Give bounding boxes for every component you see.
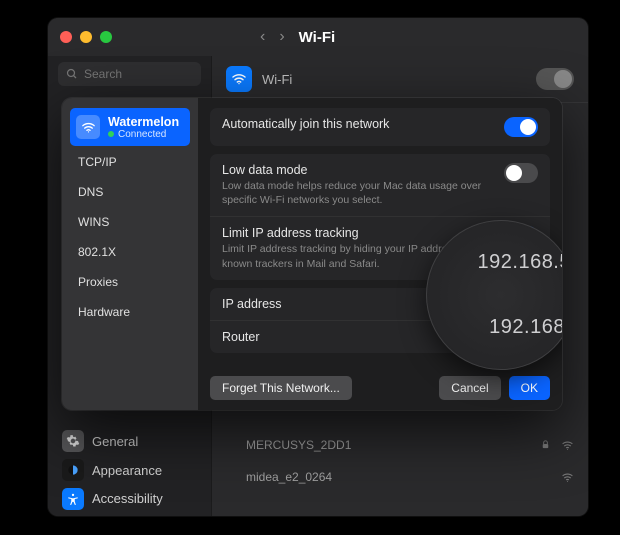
auto-join-label: Automatically join this network bbox=[222, 117, 496, 131]
back-button[interactable]: ‹ bbox=[260, 29, 265, 45]
wifi-signal-icon bbox=[561, 439, 574, 452]
sheet-main: Automatically join this network Low data… bbox=[198, 98, 562, 410]
sheet-tab-8021x[interactable]: 802.1X bbox=[70, 238, 190, 266]
magnified-router-address: 192.168. bbox=[427, 308, 562, 347]
nav-buttons: ‹ › bbox=[260, 29, 285, 45]
sidebar-item-label: General bbox=[92, 434, 138, 449]
search-placeholder: Search bbox=[84, 67, 122, 81]
auto-join-row: Automatically join this network bbox=[210, 108, 550, 146]
low-data-label: Low data mode bbox=[222, 163, 496, 177]
accessibility-icon bbox=[62, 488, 84, 510]
connection-status: Connected bbox=[108, 129, 179, 140]
network-icons bbox=[561, 471, 574, 484]
low-data-row: Low data mode Low data mode helps reduce… bbox=[210, 154, 550, 217]
gear-icon bbox=[62, 430, 84, 452]
sidebar-item-general[interactable]: General bbox=[56, 428, 203, 455]
network-name: Watermelon bbox=[108, 115, 179, 129]
sheet-sidebar: Watermelon Connected TCP/IP DNS WINS 802… bbox=[62, 98, 198, 410]
forget-network-button[interactable]: Forget This Network... bbox=[210, 376, 352, 400]
sheet-footer: Forget This Network... Cancel OK bbox=[210, 368, 550, 400]
status-dot-icon bbox=[108, 131, 114, 137]
appearance-icon bbox=[62, 459, 84, 481]
network-name: MERCUSYS_2DD1 bbox=[226, 438, 540, 452]
cancel-button[interactable]: Cancel bbox=[439, 376, 500, 400]
sheet-tab-wins[interactable]: WINS bbox=[70, 208, 190, 236]
sidebar-item-label: Appearance bbox=[92, 463, 162, 478]
sheet-sidebar-item-network[interactable]: Watermelon Connected bbox=[70, 108, 190, 146]
forward-button[interactable]: › bbox=[279, 29, 284, 45]
network-info: Watermelon Connected bbox=[108, 115, 179, 140]
magnified-ip-address: 192.168.5 bbox=[427, 243, 562, 282]
sidebar-item-appearance[interactable]: Appearance bbox=[56, 457, 203, 484]
other-networks-list: MERCUSYS_2DD1 midea_e2_0264 bbox=[212, 423, 588, 499]
search-icon bbox=[66, 68, 78, 80]
page-title: Wi-Fi bbox=[299, 29, 336, 46]
titlebar: ‹ › Wi-Fi bbox=[48, 18, 588, 56]
sheet-tab-proxies[interactable]: Proxies bbox=[70, 268, 190, 296]
minimize-window-button[interactable] bbox=[80, 31, 92, 43]
wifi-icon bbox=[226, 66, 252, 92]
network-icons bbox=[540, 439, 574, 452]
auto-join-group: Automatically join this network bbox=[210, 108, 550, 146]
wifi-master-toggle[interactable] bbox=[536, 68, 574, 90]
close-window-button[interactable] bbox=[60, 31, 72, 43]
auto-join-toggle[interactable] bbox=[504, 117, 538, 137]
ok-button[interactable]: OK bbox=[509, 376, 550, 400]
low-data-text: Low data mode Low data mode helps reduce… bbox=[222, 163, 496, 207]
low-data-toggle[interactable] bbox=[504, 163, 538, 183]
sheet-tab-tcpip[interactable]: TCP/IP bbox=[70, 148, 190, 176]
search-input[interactable]: Search bbox=[58, 62, 201, 86]
wifi-header-row: Wi-Fi bbox=[212, 56, 588, 103]
sidebar-item-label: Accessibility bbox=[92, 491, 163, 506]
network-row[interactable]: midea_e2_0264 bbox=[226, 461, 574, 493]
network-row[interactable]: MERCUSYS_2DD1 bbox=[226, 429, 574, 461]
sheet-tab-dns[interactable]: DNS bbox=[70, 178, 190, 206]
network-details-sheet: Watermelon Connected TCP/IP DNS WINS 802… bbox=[62, 98, 562, 410]
network-name: midea_e2_0264 bbox=[226, 470, 561, 484]
sidebar-item-accessibility[interactable]: Accessibility bbox=[56, 485, 203, 512]
wifi-icon bbox=[76, 115, 100, 139]
low-data-desc: Low data mode helps reduce your Mac data… bbox=[222, 179, 482, 207]
lock-icon bbox=[540, 439, 551, 452]
wifi-section-label: Wi-Fi bbox=[262, 72, 526, 87]
window-controls bbox=[60, 31, 112, 43]
sheet-tab-hardware[interactable]: Hardware bbox=[70, 298, 190, 326]
wifi-signal-icon bbox=[561, 471, 574, 484]
zoom-window-button[interactable] bbox=[100, 31, 112, 43]
